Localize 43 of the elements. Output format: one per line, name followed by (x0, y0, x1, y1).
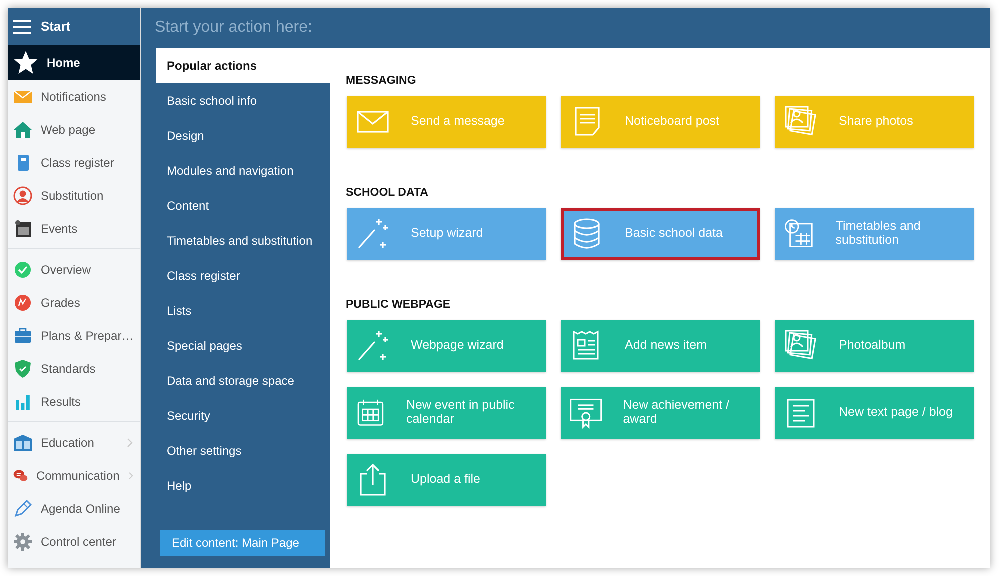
briefcase-icon (13, 326, 33, 346)
search-field[interactable]: Start your action here: (141, 8, 990, 48)
star-icon (13, 50, 39, 76)
house-icon (13, 120, 33, 140)
pen-icon (13, 498, 33, 518)
category-item[interactable]: Other settings (156, 433, 330, 468)
sidebar-item[interactable]: Web page (8, 113, 140, 146)
sidebar-item[interactable]: Communication (8, 459, 140, 492)
check-circle-icon (13, 260, 33, 280)
sidebar-item[interactable]: Class register (8, 146, 140, 179)
category-item[interactable]: Lists (156, 293, 330, 328)
sidebar-item[interactable]: Education (8, 426, 140, 459)
category-item[interactable]: Security (156, 398, 330, 433)
sidebar-item[interactable]: Substitution (8, 179, 140, 212)
menu-icon[interactable] (13, 20, 31, 34)
category-item[interactable]: Modules and navigation (156, 153, 330, 188)
category-item[interactable]: Help (156, 468, 330, 503)
category-item[interactable]: Special pages (156, 328, 330, 363)
category-item[interactable]: Design (156, 118, 330, 153)
grade-circle-icon (13, 292, 33, 312)
sidebar-item[interactable]: Events (8, 212, 140, 245)
sidebar-item[interactable]: Standards (8, 352, 140, 385)
sidebar-item[interactable]: Notifications (8, 80, 140, 113)
section-title: SCHOOL DATA (346, 187, 430, 201)
sidebar-title: Start (41, 19, 71, 34)
sidebar-item[interactable]: Overview (8, 253, 140, 286)
person-icon (13, 186, 33, 206)
sidebar-item[interactable]: Control center (8, 525, 140, 558)
shield-icon (13, 358, 33, 378)
sidebar-item[interactable]: Grades (8, 286, 140, 319)
category-item[interactable]: Data and storage space (156, 363, 330, 398)
sidebar-item[interactable]: Plans & Prepar… (8, 319, 140, 352)
category-item[interactable]: Class register (156, 258, 330, 293)
sidebar-item[interactable]: Agenda Online (8, 492, 140, 525)
category-item[interactable]: Basic school info (156, 83, 330, 118)
gear-icon (13, 532, 33, 552)
sidebar-item[interactable]: Home (8, 45, 140, 80)
category-item[interactable]: Timetables and substitution (156, 223, 330, 258)
category-item[interactable]: Popular actions (156, 48, 330, 83)
section-title: PUBLIC WEBPAGE (346, 299, 452, 313)
category-item[interactable]: Content (156, 188, 330, 223)
sidebar-item[interactable]: Results (8, 385, 140, 418)
section-title: MESSAGING (346, 75, 418, 89)
